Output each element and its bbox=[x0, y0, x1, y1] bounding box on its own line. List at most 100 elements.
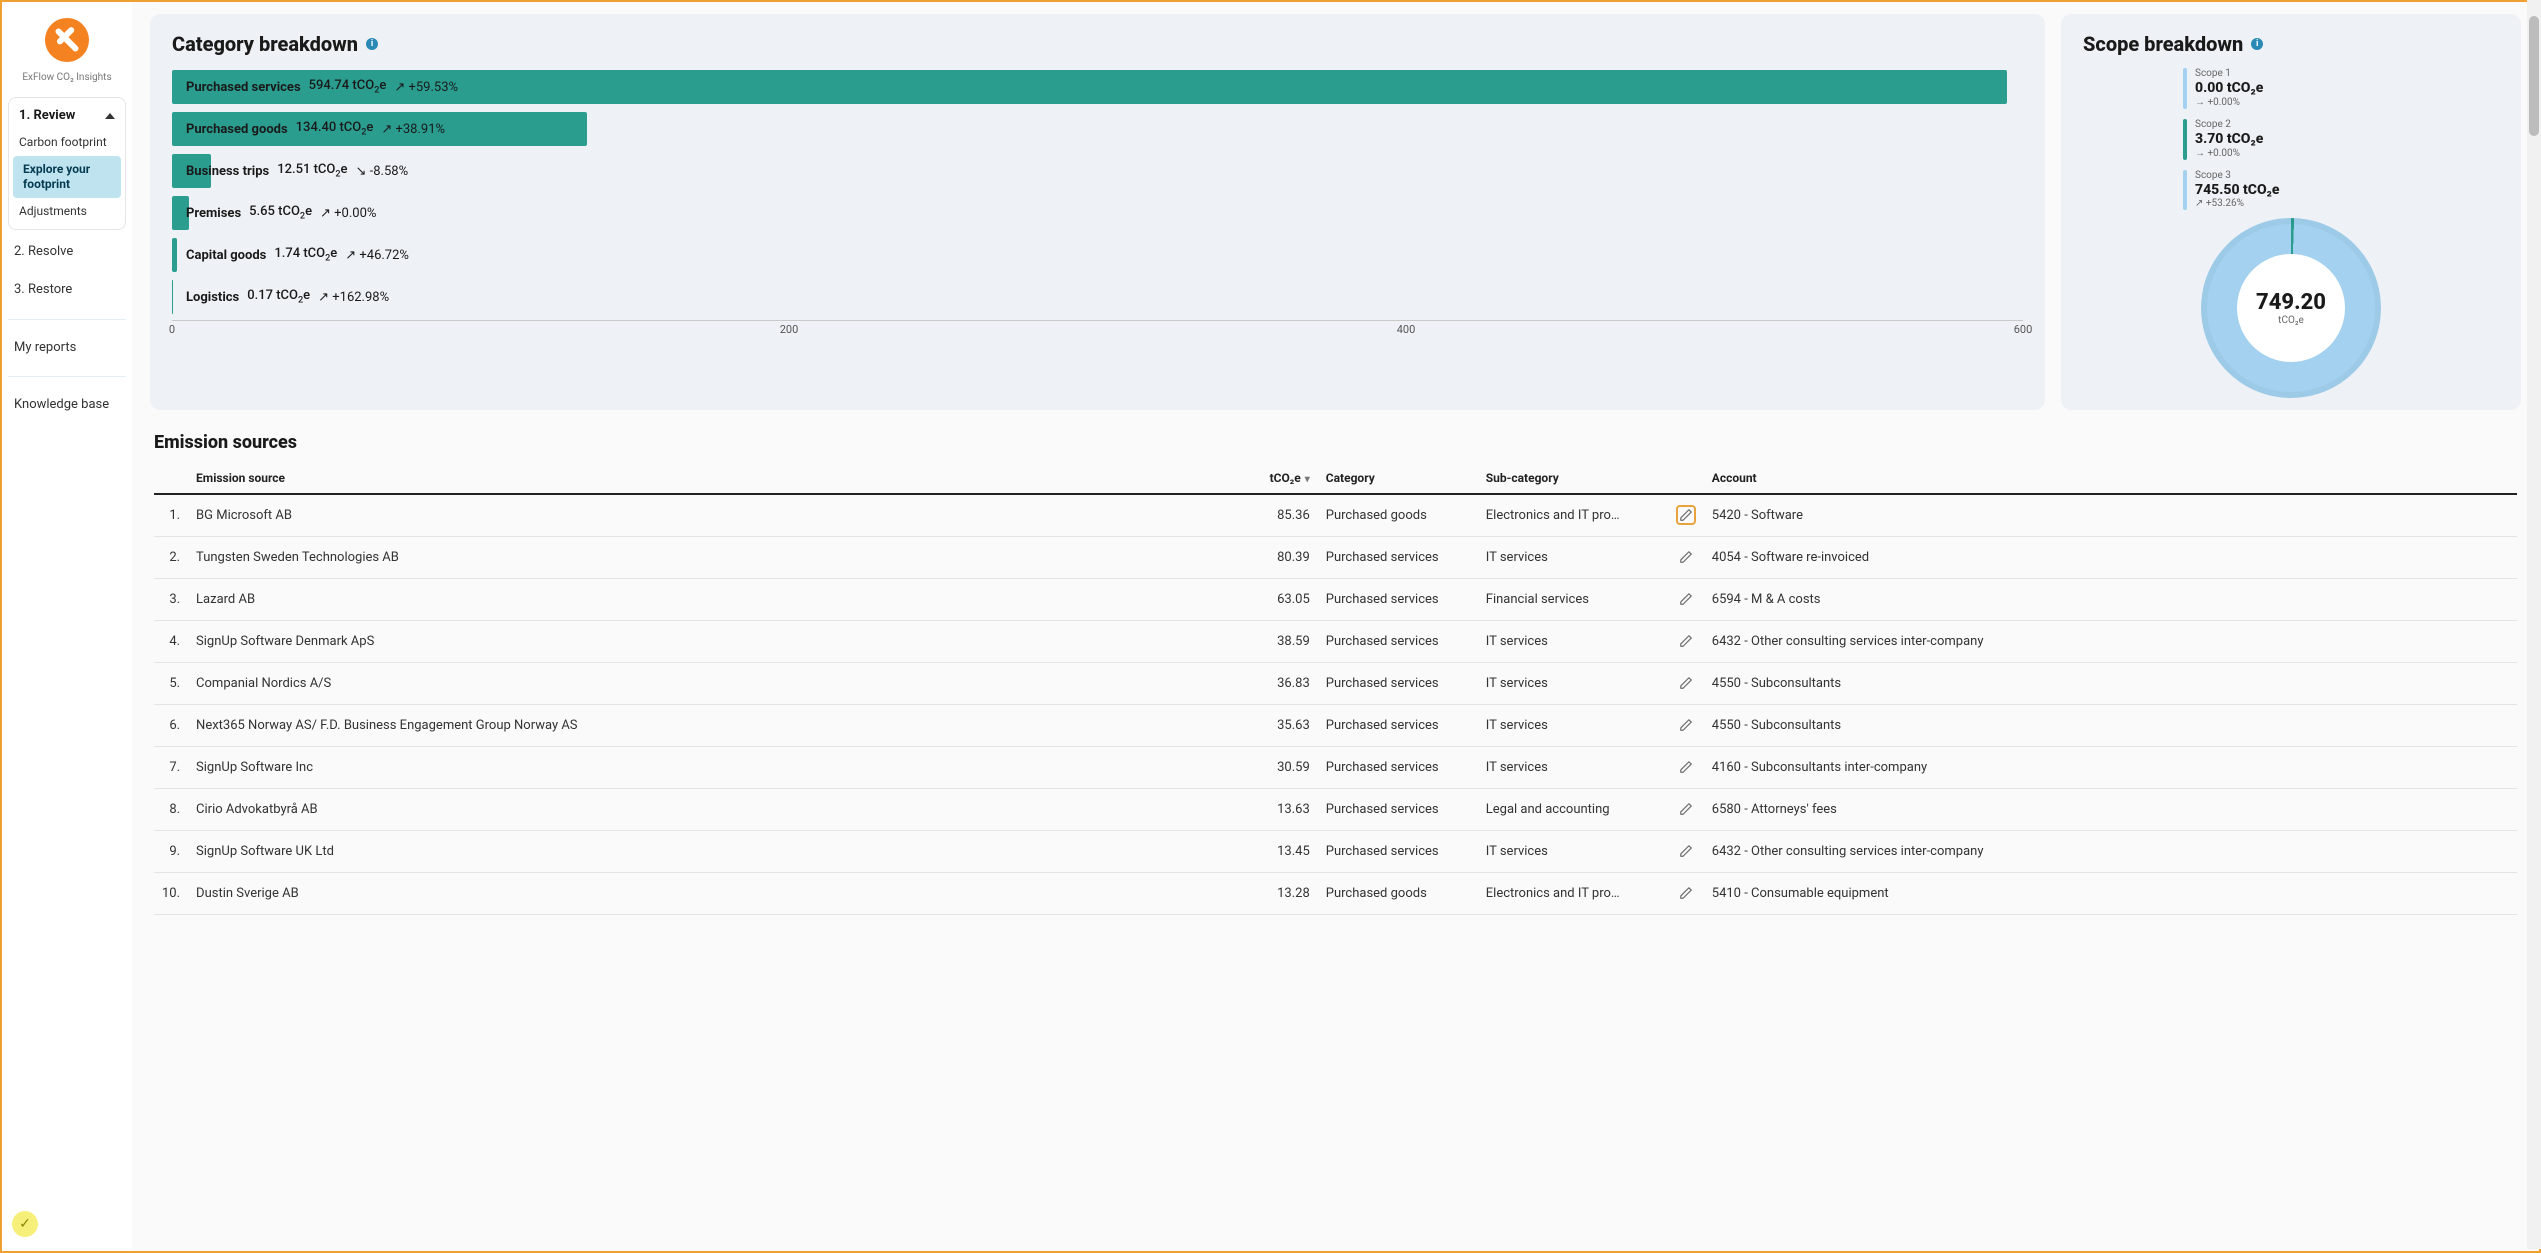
row-source: SignUp Software Inc bbox=[188, 747, 1228, 789]
row-account: 6594 - M & A costs bbox=[1704, 579, 2517, 621]
col-subcategory-header[interactable]: Sub-category bbox=[1478, 463, 1668, 494]
col-account-header[interactable]: Account bbox=[1704, 463, 2517, 494]
info-icon[interactable]: i bbox=[2251, 38, 2263, 50]
main: Category breakdown i Purchased services … bbox=[132, 2, 2539, 1251]
table-row[interactable]: 10.Dustin Sverige AB13.28Purchased goods… bbox=[154, 873, 2517, 915]
sidebar: ExFlow CO₂ Insights 1. Review Carbon foo… bbox=[2, 2, 132, 1251]
scope-delta: → +0.00% bbox=[2195, 97, 2263, 109]
axis-tick: 600 bbox=[2014, 323, 2033, 336]
bar-label: Purchased goods 134.40 tCO2e +38.91% bbox=[186, 110, 445, 148]
row-index: 2. bbox=[154, 537, 188, 579]
edit-icon[interactable] bbox=[1676, 841, 1696, 861]
nav-my-reports[interactable]: My reports bbox=[8, 332, 126, 364]
row-category: Purchased services bbox=[1318, 663, 1478, 705]
table-row[interactable]: 3.Lazard AB63.05Purchased servicesFinanc… bbox=[154, 579, 2517, 621]
category-bar[interactable]: Purchased goods 134.40 tCO2e +38.91% bbox=[172, 110, 2023, 148]
row-index: 3. bbox=[154, 579, 188, 621]
category-bar[interactable]: Logistics 0.17 tCO2e +162.98% bbox=[172, 278, 2023, 316]
category-bar[interactable]: Business trips 12.51 tCO2e -8.58% bbox=[172, 152, 2023, 190]
row-category: Purchased services bbox=[1318, 789, 1478, 831]
scope-card[interactable]: Scope 10.00 tCO₂e→ +0.00% bbox=[2183, 68, 2333, 109]
table-row[interactable]: 7.SignUp Software Inc30.59Purchased serv… bbox=[154, 747, 2517, 789]
nav-separator bbox=[8, 376, 126, 377]
row-source: Dustin Sverige AB bbox=[188, 873, 1228, 915]
row-tco2e: 38.59 bbox=[1228, 621, 1318, 663]
scrollbar-thumb[interactable] bbox=[2529, 16, 2539, 136]
row-source: SignUp Software Denmark ApS bbox=[188, 621, 1228, 663]
table-row[interactable]: 1.BG Microsoft AB85.36Purchased goodsEle… bbox=[154, 494, 2517, 537]
row-subcategory: Legal and accounting bbox=[1478, 789, 1668, 831]
table-row[interactable]: 9.SignUp Software UK Ltd13.45Purchased s… bbox=[154, 831, 2517, 873]
table-row[interactable]: 5.Companial Nordics A/S36.83Purchased se… bbox=[154, 663, 2517, 705]
col-tco2e-header[interactable]: tCO₂e▾ bbox=[1228, 463, 1318, 494]
vertical-scrollbar[interactable] bbox=[2527, 0, 2541, 1249]
scope-name: Scope 2 bbox=[2195, 119, 2263, 131]
scope-breakdown-panel: Scope breakdown i Scope 10.00 tCO₂e→ +0.… bbox=[2061, 14, 2521, 410]
nav-review-group: 1. Review Carbon footprintExplore your f… bbox=[8, 97, 126, 230]
edit-icon[interactable] bbox=[1676, 631, 1696, 651]
row-index: 5. bbox=[154, 663, 188, 705]
scope-card[interactable]: Scope 23.70 tCO₂e→ +0.00% bbox=[2183, 119, 2333, 160]
row-tco2e: 30.59 bbox=[1228, 747, 1318, 789]
edit-icon[interactable] bbox=[1676, 757, 1696, 777]
row-category: Purchased services bbox=[1318, 705, 1478, 747]
category-bar[interactable]: Purchased services 594.74 tCO2e +59.53% bbox=[172, 68, 2023, 106]
edit-icon[interactable] bbox=[1676, 715, 1696, 735]
row-category: Purchased services bbox=[1318, 621, 1478, 663]
row-account: 6580 - Attorneys' fees bbox=[1704, 789, 2517, 831]
nav-review-header[interactable]: 1. Review bbox=[9, 102, 125, 129]
sidebar-item-adjustments[interactable]: Adjustments bbox=[9, 198, 125, 225]
category-bar-chart: Purchased services 594.74 tCO2e +59.53% P… bbox=[172, 68, 2023, 316]
row-tco2e: 13.28 bbox=[1228, 873, 1318, 915]
info-icon[interactable]: i bbox=[366, 38, 378, 50]
edit-icon[interactable] bbox=[1676, 883, 1696, 903]
bar-label: Logistics 0.17 tCO2e +162.98% bbox=[186, 278, 389, 316]
edit-icon[interactable] bbox=[1676, 505, 1696, 525]
sidebar-item-explore[interactable]: Explore your footprint bbox=[13, 156, 121, 198]
row-account: 5410 - Consumable equipment bbox=[1704, 873, 2517, 915]
row-tco2e: 36.83 bbox=[1228, 663, 1318, 705]
edit-icon[interactable] bbox=[1676, 799, 1696, 819]
col-category-header[interactable]: Category bbox=[1318, 463, 1478, 494]
table-row[interactable]: 8.Cirio Advokatbyrå AB13.63Purchased ser… bbox=[154, 789, 2517, 831]
emission-sources-panel: Emission sources Emission source tCO₂e▾ … bbox=[150, 426, 2521, 915]
scope-name: Scope 3 bbox=[2195, 170, 2279, 182]
status-badge-icon[interactable]: ✓ bbox=[12, 1211, 38, 1237]
scope-card[interactable]: Scope 3745.50 tCO₂e↗ +53.26% bbox=[2183, 170, 2333, 211]
row-subcategory: Electronics and IT pro… bbox=[1478, 494, 1668, 537]
row-tco2e: 63.05 bbox=[1228, 579, 1318, 621]
row-index: 10. bbox=[154, 873, 188, 915]
row-subcategory: IT services bbox=[1478, 537, 1668, 579]
category-bar[interactable]: Premises 5.65 tCO2e +0.00% bbox=[172, 194, 2023, 232]
bar-fill bbox=[172, 280, 173, 314]
row-index: 8. bbox=[154, 789, 188, 831]
edit-icon[interactable] bbox=[1676, 589, 1696, 609]
nav-separator bbox=[8, 319, 126, 320]
emission-sources-table: Emission source tCO₂e▾ Category Sub-cate… bbox=[154, 463, 2517, 915]
scope-donut-chart: 749.20 tCO₂e bbox=[2201, 218, 2381, 398]
sidebar-item-carbon-footprint[interactable]: Carbon footprint bbox=[9, 129, 125, 156]
scope-breakdown-title-text: Scope breakdown bbox=[2083, 32, 2243, 56]
row-index: 1. bbox=[154, 494, 188, 537]
donut-total-value: 749.20 bbox=[2256, 290, 2326, 315]
row-tco2e: 13.45 bbox=[1228, 831, 1318, 873]
row-tco2e: 13.63 bbox=[1228, 789, 1318, 831]
col-source-header[interactable]: Emission source bbox=[188, 463, 1228, 494]
brand-name: ExFlow CO₂ Insights bbox=[8, 72, 126, 83]
table-row[interactable]: 2.Tungsten Sweden Technologies AB80.39Pu… bbox=[154, 537, 2517, 579]
row-category: Purchased services bbox=[1318, 579, 1478, 621]
edit-icon[interactable] bbox=[1676, 547, 1696, 567]
row-subcategory: IT services bbox=[1478, 831, 1668, 873]
donut-total-unit: tCO₂e bbox=[2278, 315, 2304, 326]
table-row[interactable]: 4.SignUp Software Denmark ApS38.59Purcha… bbox=[154, 621, 2517, 663]
nav-knowledge-base[interactable]: Knowledge base bbox=[8, 389, 126, 421]
brand: ExFlow CO₂ Insights bbox=[8, 12, 126, 91]
axis-tick: 400 bbox=[1397, 323, 1416, 336]
row-source: SignUp Software UK Ltd bbox=[188, 831, 1228, 873]
edit-icon[interactable] bbox=[1676, 673, 1696, 693]
row-account: 4160 - Subconsultants inter-company bbox=[1704, 747, 2517, 789]
table-row[interactable]: 6.Next365 Norway AS/ F.D. Business Engag… bbox=[154, 705, 2517, 747]
category-bar[interactable]: Capital goods 1.74 tCO2e +46.72% bbox=[172, 236, 2023, 274]
nav-restore[interactable]: 3. Restore bbox=[8, 274, 126, 306]
nav-resolve[interactable]: 2. Resolve bbox=[8, 236, 126, 268]
